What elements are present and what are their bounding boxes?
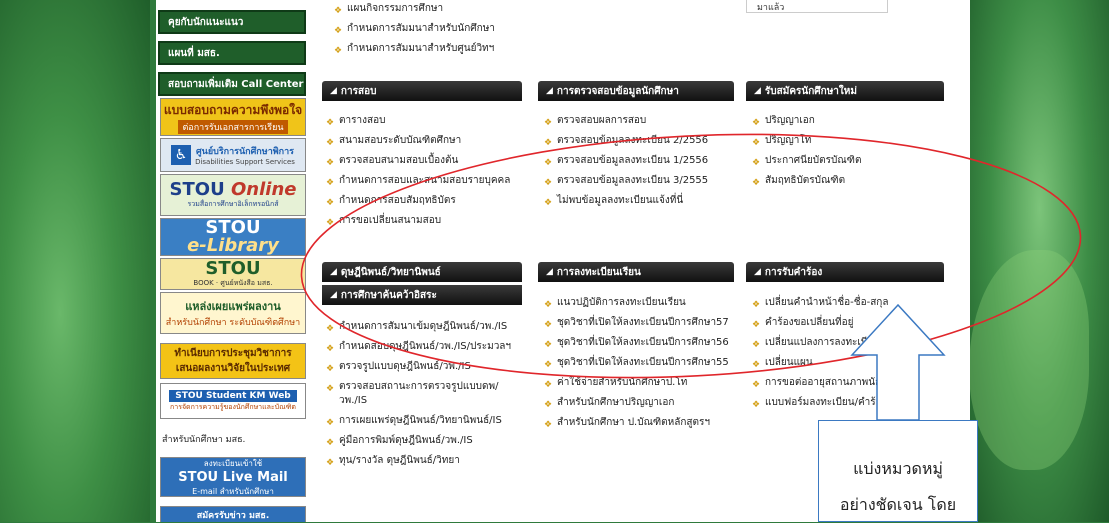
callout-line2: อย่างชัดเจน โดย bbox=[839, 495, 957, 514]
highlight-ellipse bbox=[300, 133, 1082, 379]
up-arrow-shape bbox=[850, 303, 946, 421]
callout-line1: แบ่งหมวดหมู่ bbox=[853, 459, 943, 478]
annotation-callout: แบ่งหมวดหมู่ อย่างชัดเจน โดย bbox=[818, 420, 978, 522]
